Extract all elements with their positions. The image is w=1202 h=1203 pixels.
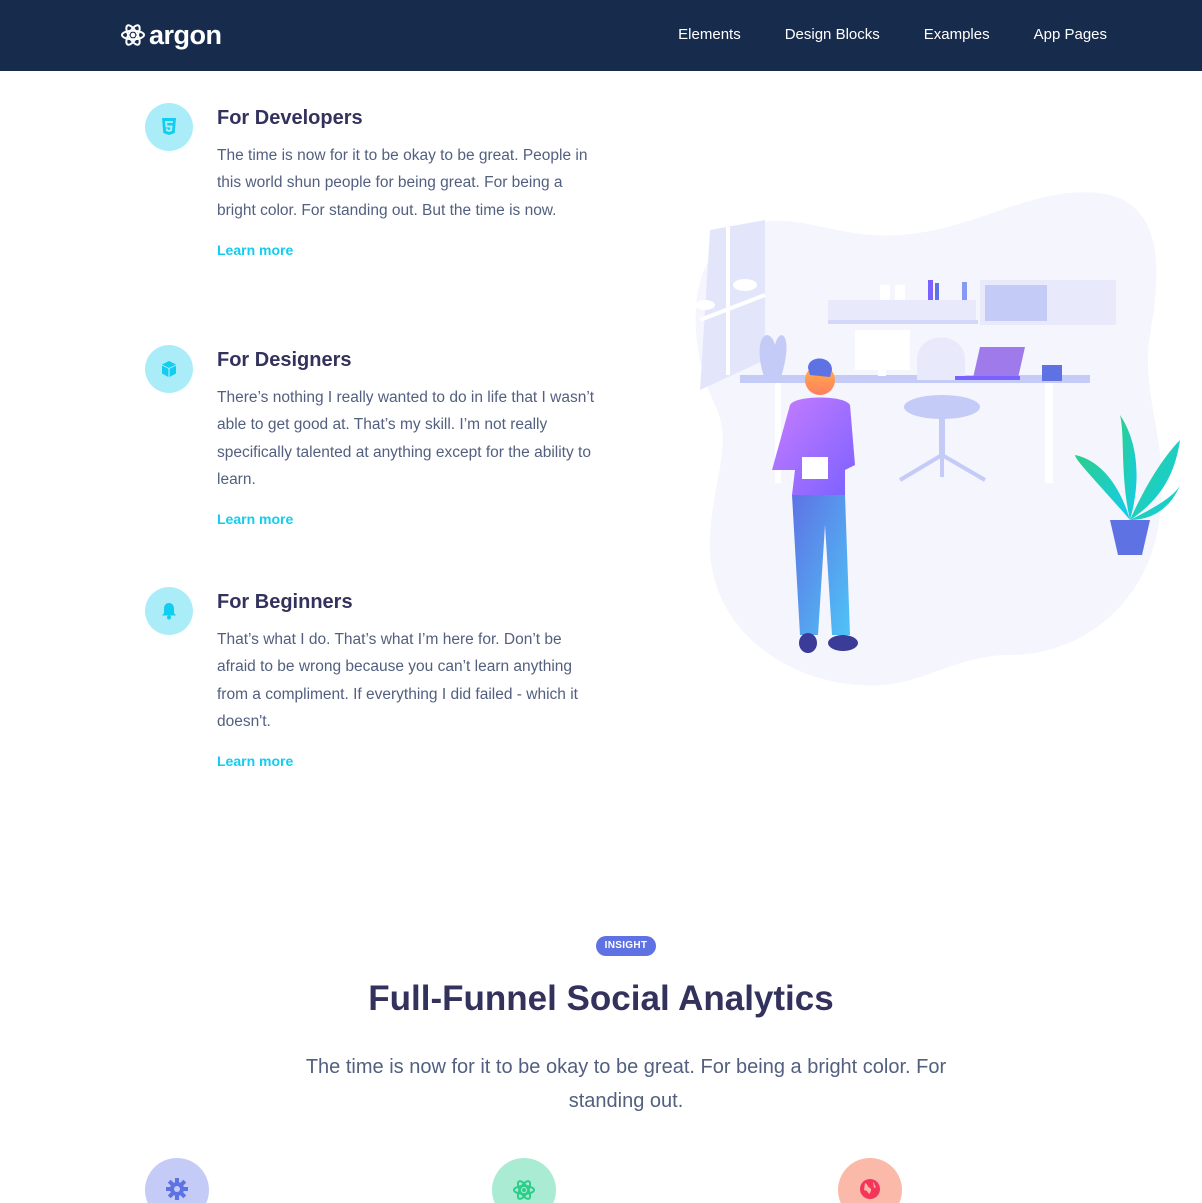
section-lead: The time is now for it to be okay to be … bbox=[305, 1056, 947, 1112]
brand-logo-link[interactable]: argon bbox=[120, 20, 222, 50]
section-title: Full-Funnel Social Analytics bbox=[368, 979, 834, 1018]
feature-body: For Beginners That’s what I do. That’s w… bbox=[217, 589, 597, 770]
feature-title: For Beginners bbox=[217, 591, 353, 613]
learn-more-link[interactable]: Learn more bbox=[217, 752, 597, 770]
feature-description: There’s nothing I really wanted to do in… bbox=[217, 389, 595, 488]
nav-link-elements[interactable]: Elements bbox=[678, 25, 741, 45]
learn-more-link[interactable]: Learn more bbox=[217, 241, 597, 259]
navbar: argon Elements Design Blocks Examples Ap… bbox=[0, 0, 1202, 71]
feature-title: For Developers bbox=[217, 107, 363, 129]
nav-link-design-blocks[interactable]: Design Blocks bbox=[785, 25, 880, 45]
bell-icon bbox=[145, 587, 193, 635]
feature-body: For Developers The time is now for it to… bbox=[217, 105, 597, 259]
brand-name: argon bbox=[149, 20, 222, 50]
feature-title: For Designers bbox=[217, 349, 352, 371]
office-illustration bbox=[695, 192, 1180, 686]
nav-link-examples[interactable]: Examples bbox=[924, 25, 990, 45]
world-icon bbox=[838, 1158, 902, 1203]
feature-description: That’s what I do. That’s what I’m here f… bbox=[217, 631, 578, 730]
settings-gear-icon bbox=[145, 1158, 209, 1203]
insight-badge: INSIGHT bbox=[596, 936, 656, 956]
learn-more-link[interactable]: Learn more bbox=[217, 510, 597, 528]
main-nav: Elements Design Blocks Examples App Page… bbox=[678, 25, 1107, 45]
atom-icon bbox=[492, 1158, 556, 1203]
nav-link-app-pages[interactable]: App Pages bbox=[1034, 25, 1107, 45]
html5-icon bbox=[145, 103, 193, 151]
feature-body: For Designers There’s nothing I really w… bbox=[217, 347, 597, 528]
feature-description: The time is now for it to be okay to be … bbox=[217, 147, 588, 219]
atom-logo-icon bbox=[121, 24, 145, 46]
cube-icon bbox=[145, 345, 193, 393]
